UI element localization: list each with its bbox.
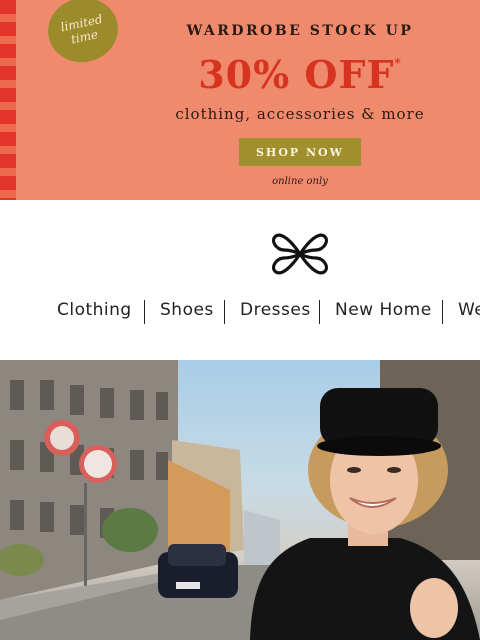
nav-item-dresses[interactable]: Dresses: [240, 300, 311, 320]
promo-banner[interactable]: limited time WARDROBE STOCK UP 30% OFF* …: [0, 0, 480, 200]
nav-divider: [319, 300, 320, 324]
banner-headline: WARDROBE STOCK UP: [186, 23, 414, 39]
offer-asterisk: *: [394, 56, 402, 70]
brand-logo-icon[interactable]: [270, 228, 330, 280]
nav-divider: [224, 300, 225, 324]
nav-item-clothing[interactable]: Clothing: [57, 300, 132, 320]
category-nav: Clothing Shoes Dresses New Home We: [0, 296, 480, 328]
shop-now-button[interactable]: SHOP NOW: [239, 138, 361, 166]
nav-item-partial[interactable]: We: [458, 300, 480, 320]
nav-item-shoes[interactable]: Shoes: [160, 300, 214, 320]
photo-woman-street-icon: [0, 360, 480, 640]
hero-image[interactable]: [0, 360, 480, 640]
online-only-note: online only: [272, 176, 328, 187]
limited-time-badge: limited time: [42, 0, 124, 69]
nav-divider: [144, 300, 145, 324]
offer-value: 30% OFF: [198, 52, 395, 97]
banner-stripe-decoration: [0, 0, 16, 200]
offer-text: 30% OFF*: [150, 52, 450, 97]
nav-item-new-home[interactable]: New Home: [335, 300, 432, 320]
nav-divider: [442, 300, 443, 324]
banner-subtitle: clothing, accessories & more: [175, 105, 425, 123]
